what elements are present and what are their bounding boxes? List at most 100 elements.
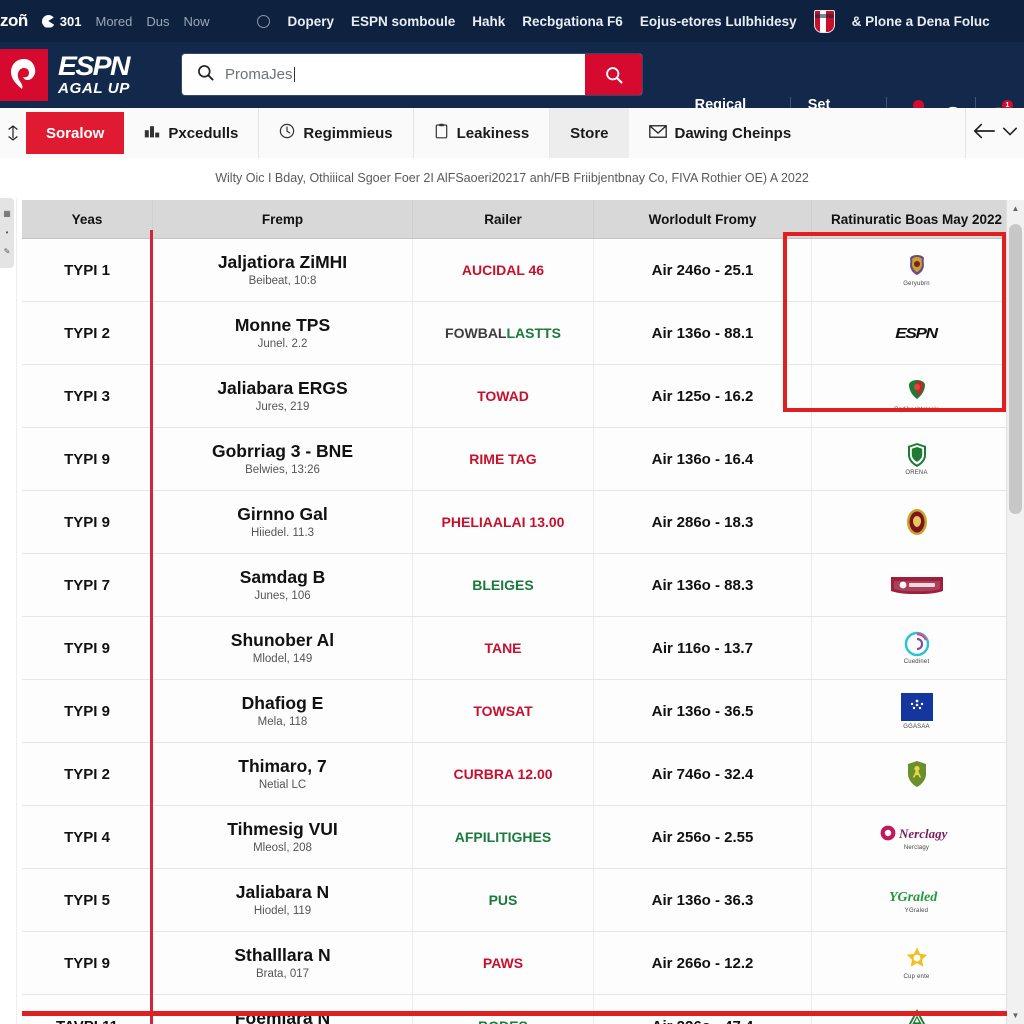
search-submit-button[interactable] [585,54,642,95]
utility-brand[interactable]: zoñ [0,11,28,31]
dot-icon[interactable]: • [6,228,9,237]
pacman-icon [41,14,55,28]
nav-item-label: Soralow [46,124,105,142]
cell-logo [811,742,1007,806]
table-row[interactable]: TYPI 7 Samdag B Junes, 106 BLEIGES Air 136o … [22,553,1007,617]
cell-rank: TAVPI 11 [22,994,153,1024]
cell-rank: TYPI 9 [22,490,153,554]
utility-link-2[interactable]: Now [183,14,209,29]
left-rail-tab[interactable]: ▦ • ✎ [0,198,14,268]
chevron-down-icon[interactable]: ▼ [1007,1007,1024,1024]
column-header-team[interactable]: Fremp [152,200,413,239]
score-indicator[interactable]: 301 [41,14,81,29]
swirl-cyan-icon: Cuedinet [813,631,1007,665]
cell-team[interactable]: Monne TPS Junel. 2.2 [152,301,413,365]
chevron-up-icon[interactable]: ▲ [1007,200,1024,217]
scrollbar-thumb[interactable] [1009,224,1022,514]
table-row[interactable]: TYPI 4 Tihmesig VUI Mleosl, 208 AFPILITIGHE… [22,805,1007,869]
cell-team[interactable]: Sthalllara N Brata, 017 [152,931,413,995]
team-name: Jaliabara ERGS [217,377,348,398]
cell-rank: TYPI 3 [22,364,153,428]
arrow-left-icon[interactable] [972,121,996,146]
cell-team[interactable]: Foemiara NMetbst 116 [152,994,413,1024]
table-row[interactable]: TYPI 9 Dhafiog E Mela, 118 TOWSAT Air 136o -… [22,679,1007,743]
cell-score: Air 246o - 25.1 [593,238,812,302]
cell-score: Air 266o - 12.2 [593,931,812,995]
cell-logo: YGraled YGraled [811,868,1007,932]
table-row[interactable]: TYPI 9 Shunober Al Mlodel, 149 TANE Air 116o… [22,616,1007,680]
table-row[interactable]: TAVPI 11Foemiara NMetbst 116BODESAir 226… [22,994,1007,1024]
oval-crest-icon [813,507,1007,537]
shield-green-icon: ORENA [813,442,1007,476]
utility-link-0[interactable]: Mored [95,14,132,29]
nav-item-label: Leakiness [456,124,530,142]
team-subtext: Netial LC [258,779,307,792]
utility-center-3[interactable]: Recbgationa F6 [522,14,623,29]
table-row[interactable]: TYPI 2 Monne TPS Junel. 2.2 FOWBALLASTTS Air… [22,301,1007,365]
nav-item-store[interactable]: Store [550,108,629,158]
logo-caption: YGraled [904,908,929,914]
cell-team[interactable]: Jaliabara N Hiodel, 119 [152,868,413,932]
cell-team[interactable]: Samdag B Junes, 106 [152,553,413,617]
utility-center-5[interactable]: & Plone a Dena Foluc [852,14,990,29]
table-row[interactable]: TYPI 9 Girnno Gal Hiiedel. 11.3 PHELIAALAI … [22,490,1007,554]
cell-team[interactable]: Tihmesig VUI Mleosl, 208 [152,805,413,869]
utility-center-2[interactable]: Hahk [472,14,505,29]
utility-center-4[interactable]: Eojus-etores Lulbhidesy [640,14,797,29]
cell-logo: LIXEAG [811,994,1007,1024]
nav-item-soralow[interactable]: Soralow [26,112,125,154]
team-subtext: Junes, 106 [254,590,311,603]
cell-note: FOWBALLASTTS [412,301,594,365]
cell-logo [811,490,1007,554]
cell-score: Air 125o - 16.2 [593,364,812,428]
cell-note: BLEIGES [412,553,594,617]
column-header-score[interactable]: Worlodult Fromy [593,200,812,239]
table-icon[interactable]: ▦ [3,209,11,218]
nav-item-pxcedulls[interactable]: Pxcedulls [124,108,260,158]
table-row[interactable]: TYPI 3 Jaliabara ERGS Jures, 219 TOWAD Air 1… [22,364,1007,428]
cell-rank: TYPI 5 [22,868,153,932]
logo-caption: ORENA [905,470,928,476]
table-row[interactable]: TYPI 2 Thimaro, 7 Netial LC CURBRA 12.00 Air… [22,742,1007,806]
utility-link-1[interactable]: Dus [146,14,169,29]
search-input[interactable]: PromaJes [225,66,293,83]
left-rail: ▦ • ✎ [0,198,17,1024]
cell-logo: Cqdibachtelsols [811,364,1007,428]
utility-center-0[interactable]: Dopery [287,14,334,29]
cell-logo: GGASAA [811,679,1007,743]
envelope-icon [648,124,667,143]
utility-center-1[interactable]: ESPN somboule [351,14,455,29]
table-row[interactable]: TYPI 9 Sthalllara N Brata, 017 PAWS Air 266o… [22,931,1007,995]
espn-logo[interactable]: ESPN AGAL UP [0,42,130,108]
pencil-icon[interactable]: ✎ [4,248,11,256]
cell-note: TOWAD [412,364,594,428]
cell-team[interactable]: Jaliabara ERGS Jures, 219 [152,364,413,428]
cell-team[interactable]: Gobrriag 3 - BNE Belwies, 13:26 [152,427,413,491]
cell-team[interactable]: Thimaro, 7 Netial LC [152,742,413,806]
table-row[interactable]: TYPI 9 Gobrriag 3 - BNE Belwies, 13:26 RIME… [22,427,1007,491]
column-header-logo[interactable]: Ratinuratic Boas May 2022 [811,200,1007,239]
team-name: Thimaro, 7 [238,755,327,776]
cell-team[interactable]: Dhafiog E Mela, 118 [152,679,413,743]
cell-team[interactable]: Shunober Al Mlodel, 149 [152,616,413,680]
cell-rank: TYPI 4 [22,805,153,869]
cell-team[interactable]: Jaljatiora ZiMHI Beibeat, 10:8 [152,238,413,302]
column-header-note[interactable]: Railer [412,200,594,239]
home-icon[interactable] [0,108,26,158]
chevron-down-icon[interactable] [1002,124,1018,143]
nav-tabs: Soralow Pxcedulls Regimmieus Leakiness S… [0,108,1024,159]
search-bar[interactable]: PromaJes [182,54,642,95]
nav-item-dawing-cheinps[interactable]: Dawing Cheinps [629,108,812,158]
table-row[interactable]: TYPI 1 Jaljatiora ZiMHI Beibeat, 10:8 AUCID… [22,238,1007,302]
column-header-rank[interactable]: Yeas [22,200,153,239]
table-row[interactable]: TYPI 5 Jaliabara N Hiodel, 119 PUS Air 136o … [22,868,1007,932]
vertical-scrollbar[interactable]: ▲ ▼ [1006,200,1024,1024]
cell-logo: Cup ente [811,931,1007,995]
standings-table: Yeas Fremp Railer Worlodult Fromy Ratinu… [22,200,1007,1024]
cell-logo: Cuedinet [811,616,1007,680]
cell-note: PUS [412,868,594,932]
nav-item-leakiness[interactable]: Leakiness [414,108,551,158]
team-subtext: Beibeat, 10:8 [248,275,317,288]
nav-item-regimmieus[interactable]: Regimmieus [259,108,414,158]
cell-team[interactable]: Girnno Gal Hiiedel. 11.3 [152,490,413,554]
